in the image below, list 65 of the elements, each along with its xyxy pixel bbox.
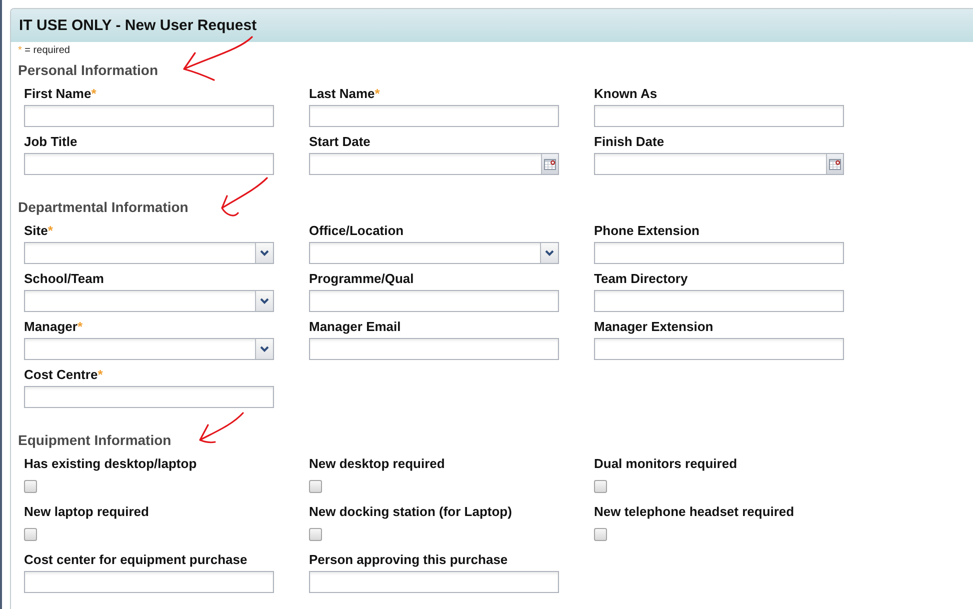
field-label: Team Directory bbox=[594, 271, 688, 287]
text-field[interactable] bbox=[24, 571, 274, 593]
section-heading: Equipment Information bbox=[18, 432, 172, 448]
field-label: New docking station (for Laptop) bbox=[309, 504, 512, 520]
date-field[interactable] bbox=[309, 153, 559, 175]
text-field[interactable] bbox=[594, 105, 844, 127]
checkbox[interactable] bbox=[594, 528, 607, 541]
field-label: Office/Location bbox=[309, 223, 404, 239]
field-label: Programme/Qual bbox=[309, 271, 414, 287]
calendar-button[interactable] bbox=[541, 154, 558, 174]
calendar-icon bbox=[829, 158, 841, 170]
calendar-button[interactable] bbox=[826, 154, 843, 174]
text-field[interactable] bbox=[309, 105, 559, 127]
dropdown-button[interactable] bbox=[540, 243, 558, 263]
dropdown-field[interactable] bbox=[24, 290, 274, 312]
dropdown-field[interactable] bbox=[309, 242, 559, 264]
text-field[interactable] bbox=[594, 290, 844, 312]
checkbox[interactable] bbox=[309, 528, 322, 541]
field-label: Manager Email bbox=[309, 319, 401, 335]
dropdown-button[interactable] bbox=[255, 339, 273, 359]
field-label: Manager* bbox=[24, 319, 83, 335]
checkbox[interactable] bbox=[24, 528, 37, 541]
required-note: * = required bbox=[18, 45, 70, 57]
text-field[interactable] bbox=[24, 105, 274, 127]
dropdown-button[interactable] bbox=[255, 291, 273, 311]
field-label: Cost center for equipment purchase bbox=[24, 552, 248, 568]
date-field[interactable] bbox=[594, 153, 844, 175]
dropdown-button[interactable] bbox=[255, 243, 273, 263]
text-field[interactable] bbox=[594, 242, 844, 264]
field-label: Cost Centre* bbox=[24, 367, 103, 383]
field-label: Job Title bbox=[24, 134, 78, 150]
chevron-down-icon bbox=[260, 298, 269, 304]
field-label: Known As bbox=[594, 86, 658, 102]
text-field[interactable] bbox=[594, 338, 844, 360]
text-field[interactable] bbox=[24, 386, 274, 408]
field-label: New telephone headset required bbox=[594, 504, 794, 520]
field-label: Dual monitors required bbox=[594, 456, 738, 472]
field-label: New laptop required bbox=[24, 504, 149, 520]
window-title: IT USE ONLY - New User Request bbox=[19, 16, 257, 34]
field-label: School/Team bbox=[24, 271, 104, 287]
dropdown-field[interactable] bbox=[24, 242, 274, 264]
field-label: Site* bbox=[24, 223, 53, 239]
chevron-down-icon bbox=[260, 346, 269, 352]
dropdown-field[interactable] bbox=[24, 338, 274, 360]
field-label: Has existing desktop/laptop bbox=[24, 456, 197, 472]
field-label: Start Date bbox=[309, 134, 370, 150]
checkbox[interactable] bbox=[594, 480, 607, 493]
field-label: Last Name* bbox=[309, 86, 380, 102]
calendar-icon bbox=[544, 158, 556, 170]
checkbox[interactable] bbox=[309, 480, 322, 493]
chevron-down-icon bbox=[260, 250, 269, 256]
field-label: New desktop required bbox=[309, 456, 445, 472]
field-label: First Name* bbox=[24, 86, 96, 102]
field-label: Person approving this purchase bbox=[309, 552, 508, 568]
field-label: Finish Date bbox=[594, 134, 664, 150]
field-label: Phone Extension bbox=[594, 223, 700, 239]
text-field[interactable] bbox=[309, 290, 559, 312]
text-field[interactable] bbox=[24, 153, 274, 175]
section-heading: Departmental Information bbox=[18, 199, 188, 215]
text-field[interactable] bbox=[309, 571, 559, 593]
field-label: Manager Extension bbox=[594, 319, 714, 335]
text-field[interactable] bbox=[309, 338, 559, 360]
section-heading: Personal Information bbox=[18, 62, 158, 78]
checkbox[interactable] bbox=[24, 480, 37, 493]
chevron-down-icon bbox=[545, 250, 554, 256]
